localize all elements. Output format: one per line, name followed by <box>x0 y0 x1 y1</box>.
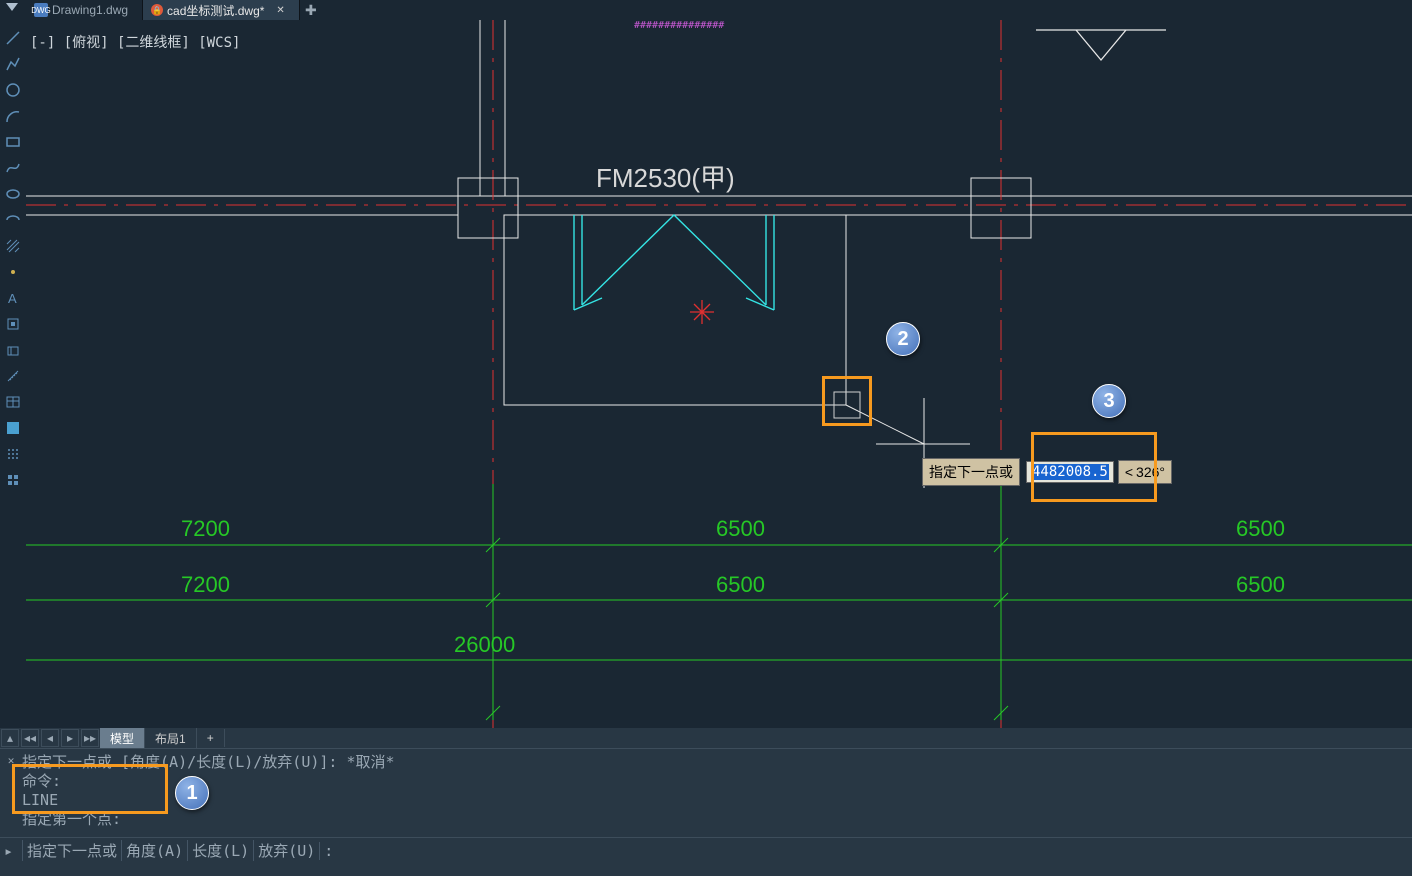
lock-icon: 🔒 <box>151 4 163 16</box>
callout-3: 3 <box>1092 384 1126 418</box>
tab-coord-test[interactable]: 🔒 cad坐标测试.dwg* ✕ <box>143 0 300 20</box>
close-icon[interactable]: ✕ <box>276 5 284 16</box>
command-history[interactable]: ✕ 指定下一点或 [角度(A)/长度(L)/放弃(U)]: *取消* 命令: L… <box>0 749 1412 837</box>
menu-flyout-icon[interactable] <box>6 3 18 11</box>
tab-label: cad坐标测试.dwg* <box>167 2 264 19</box>
cmd-history-line: LINE <box>22 791 1406 810</box>
cmd-opt-angle[interactable]: 角度(A) <box>121 840 187 861</box>
cmd-chevron-icon[interactable]: ▸ <box>4 842 13 860</box>
tab-label: Drawing1.dwg <box>52 3 128 17</box>
measure-tool-icon[interactable] <box>3 366 23 386</box>
dim-text: 6500 <box>1236 516 1285 542</box>
tab-layout1[interactable]: 布局1 <box>145 728 197 749</box>
new-tab-button[interactable]: ✚ <box>300 1 322 19</box>
region-tool-icon[interactable] <box>3 340 23 360</box>
circle-tool-icon[interactable] <box>3 80 23 100</box>
ellipse-tool-icon[interactable] <box>3 184 23 204</box>
arc-tool-icon[interactable] <box>3 106 23 126</box>
door-label: FM2530(甲) <box>596 158 735 195</box>
text-tool-icon[interactable]: A <box>3 288 23 308</box>
layout-tabs-strip: ▴ ◂◂ ◂ ▸ ▸▸ 模型 布局1 + <box>0 728 1412 748</box>
gradient-tool-icon[interactable] <box>3 418 23 438</box>
cmd-opt-length[interactable]: 长度(L) <box>187 840 253 861</box>
callout-2: 2 <box>886 322 920 356</box>
viewport-label[interactable]: [-] [俯视] [二维线框] [WCS] <box>30 32 240 52</box>
callout-box-distance <box>1031 432 1157 502</box>
purple-hatch-text: ############### <box>634 20 724 31</box>
dim-text: 6500 <box>716 516 765 542</box>
svg-text:A: A <box>8 291 17 306</box>
dim-text: 26000 <box>454 632 515 658</box>
callout-box-snap <box>822 376 872 426</box>
callout-1: 1 <box>175 776 209 810</box>
dwg-file-icon: DWG <box>34 3 48 17</box>
nav-next-icon[interactable]: ▸▸ <box>81 729 99 747</box>
dim-text: 6500 <box>1236 572 1285 598</box>
nav-prev1-icon[interactable]: ◂ <box>41 729 59 747</box>
tab-model[interactable]: 模型 <box>100 728 145 749</box>
point-tool-icon[interactable] <box>3 262 23 282</box>
cmd-prompt-label: 指定下一点或 <box>22 840 121 861</box>
cmd-opt-undo[interactable]: 放弃(U) <box>253 840 319 861</box>
cmd-history-line: 命令: <box>22 772 1406 791</box>
nav-first-icon[interactable]: ▴ <box>1 729 19 747</box>
callout-box-command <box>12 764 168 814</box>
document-tabs: DWG Drawing1.dwg 🔒 cad坐标测试.dwg* ✕ ✚ <box>26 0 322 20</box>
hatch-tool-icon[interactable] <box>3 236 23 256</box>
table-tool-icon[interactable] <box>3 392 23 412</box>
cmd-colon: : <box>319 842 337 860</box>
dyn-prompt: 指定下一点或 <box>922 458 1020 486</box>
rectangle-tool-icon[interactable] <box>3 132 23 152</box>
nav-prev-icon[interactable]: ◂◂ <box>21 729 39 747</box>
command-area: ✕ 指定下一点或 [角度(A)/长度(L)/放弃(U)]: *取消* 命令: L… <box>0 748 1412 876</box>
ellipse-arc-tool-icon[interactable] <box>3 210 23 230</box>
tab-add-layout[interactable]: + <box>197 729 225 747</box>
more-tool-icon[interactable] <box>3 470 23 490</box>
tab-drawing1[interactable]: DWG Drawing1.dwg <box>26 0 143 20</box>
command-input-line[interactable]: ▸ 指定下一点或 角度(A) 长度(L) 放弃(U) : <box>0 837 1412 863</box>
polyline-tool-icon[interactable] <box>3 54 23 74</box>
spline-tool-icon[interactable] <box>3 158 23 178</box>
cmd-history-line: 指定第一个点: <box>22 810 1406 829</box>
dim-text: 7200 <box>181 516 230 542</box>
line-tool-icon[interactable] <box>3 28 23 48</box>
cmd-history-line: 指定下一点或 [角度(A)/长度(L)/放弃(U)]: *取消* <box>22 753 1406 772</box>
nav-next1-icon[interactable]: ▸ <box>61 729 79 747</box>
grid-tool-icon[interactable] <box>3 444 23 464</box>
drawing-canvas[interactable]: ############### FM2530(甲) 7200 6500 6500… <box>26 20 1412 728</box>
drawing-svg <box>26 20 1412 728</box>
dim-text: 6500 <box>716 572 765 598</box>
dim-text: 7200 <box>181 572 230 598</box>
block-tool-icon[interactable] <box>3 314 23 334</box>
